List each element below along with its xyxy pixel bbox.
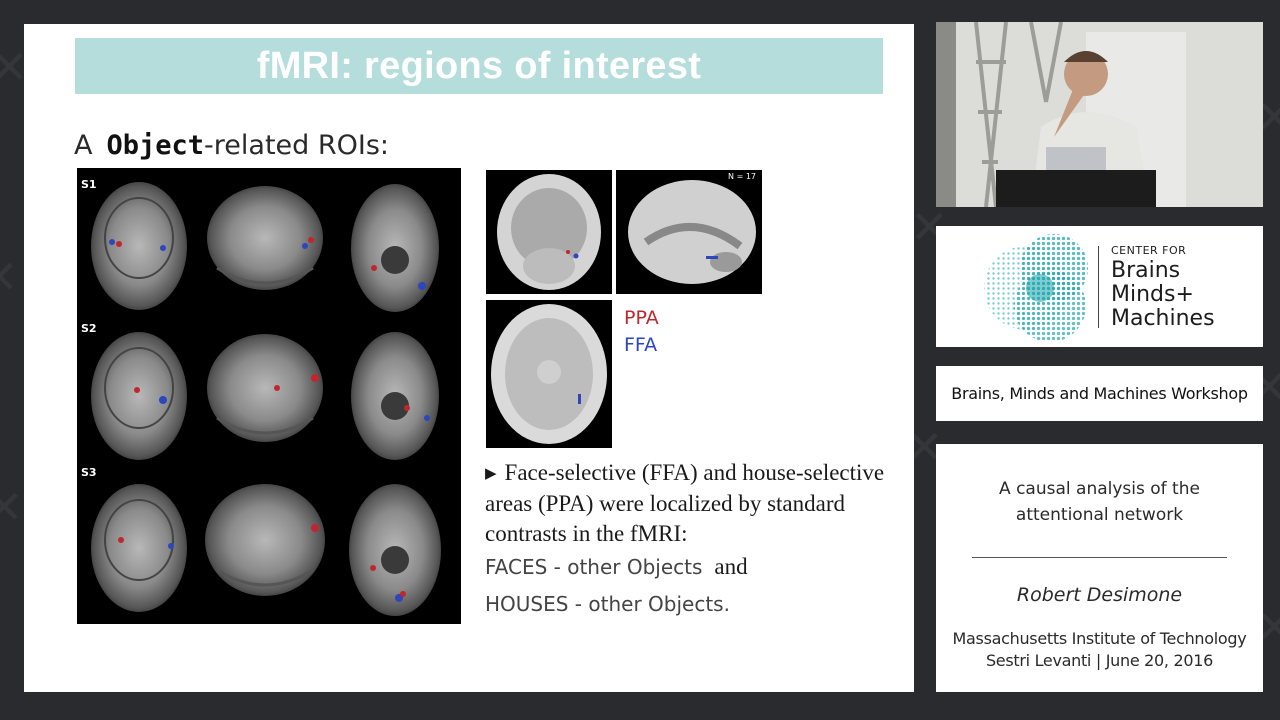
workshop-card: Brains, Minds and Machines Workshop (936, 366, 1263, 421)
row-label-s2: S2 (81, 322, 97, 335)
contrast-and-text: and (714, 554, 748, 579)
section-rest: -related ROIs: (204, 130, 389, 161)
info-divider (972, 557, 1227, 558)
contrast-houses: HOUSES - other Objects. (485, 592, 730, 616)
legend-ffa: FFA (624, 334, 658, 356)
speaker-name: Robert Desimone (1016, 584, 1183, 606)
logo-line-2: Brains (1111, 258, 1181, 283)
average-axial-image (486, 300, 612, 448)
slide-title: fMRI: regions of interest (256, 44, 702, 87)
speaker-video-image (936, 22, 1263, 207)
contrast-1-text: FACES - other Objects (485, 555, 703, 579)
n-count-label: N = 17 (728, 172, 756, 181)
row-label-s1: S1 (81, 178, 97, 191)
logo-divider (1098, 246, 1099, 328)
presentation-slide: fMRI: regions of interest A Object-relate… (24, 24, 914, 692)
mri-scans-image (91, 182, 441, 616)
section-letter: A (74, 130, 93, 161)
affiliation-line-1: Massachusetts Institute of Technology (952, 629, 1247, 648)
section-bold: Object (106, 130, 205, 161)
speaker-video (936, 22, 1263, 207)
contrast-2-text: HOUSES - other Objects. (485, 592, 730, 616)
bullet-paragraph: ▶ Face-selective (FFA) and house-selectiv… (485, 458, 895, 549)
affiliation: Massachusetts Institute of Technology Se… (936, 628, 1263, 672)
talk-title: A causal analysis of the attentional net… (999, 479, 1200, 525)
workshop-name: Brains, Minds and Machines Workshop (951, 384, 1248, 403)
bullet-text: Face-selective (FFA) and house-selective… (485, 460, 885, 546)
cbmm-logo-icon (984, 234, 1088, 342)
row-label-s3: S3 (81, 466, 97, 479)
average-sagittal-image: N = 17 (616, 170, 762, 294)
logo-line-1: CENTER FOR (1111, 244, 1187, 257)
section-heading: A Object-related ROIs: (74, 130, 389, 161)
mri-scan-grid: S1 S2 S3 (77, 168, 461, 624)
triangle-bullet-icon: ▶ (485, 466, 497, 482)
logo-line-4: Machines (1111, 306, 1215, 331)
slide-title-bar: fMRI: regions of interest (75, 38, 883, 94)
affiliation-line-2: Sestri Levanti | June 20, 2016 (985, 651, 1214, 670)
cbmm-logo-text: CENTER FOR Brains Minds+ Machines (1111, 244, 1215, 331)
contrast-faces: FACES - other Objects and (485, 554, 748, 580)
legend-ppa: PPA (624, 307, 659, 329)
cbmm-logo-card: CENTER FOR Brains Minds+ Machines (936, 226, 1263, 347)
talk-info-card: A causal analysis of the attentional net… (936, 444, 1263, 692)
average-coronal-image (486, 170, 612, 294)
logo-line-3: Minds+ (1111, 282, 1194, 307)
